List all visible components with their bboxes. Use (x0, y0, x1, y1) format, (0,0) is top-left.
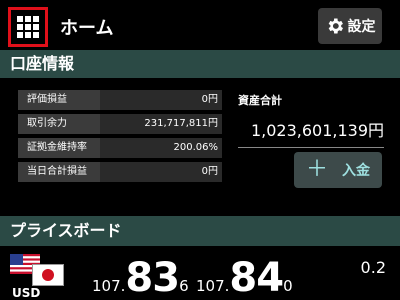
ask-big: 84 (229, 255, 284, 300)
page-title: ホーム (60, 18, 114, 39)
total-assets-value: 1,023,601,139円 (238, 118, 384, 148)
row-value: 0円 (100, 90, 222, 110)
total-assets-label: 資産合計 (238, 94, 282, 107)
deposit-label: 入金 (342, 163, 370, 179)
ask-prefix: 107. (196, 277, 230, 295)
bid-price[interactable]: 107. 83 6 (92, 258, 189, 298)
bid-prefix: 107. (92, 277, 126, 295)
account-info-table: 評価損益 0円 取引余力 231,717,811円 証拠金維持率 200.06%… (18, 90, 222, 186)
ask-last: 0 (283, 277, 293, 295)
grid-icon (17, 16, 39, 38)
account-row: 当日合計損益 0円 (18, 162, 222, 182)
spread-value: 0.2 (360, 258, 386, 277)
bid-last: 6 (179, 277, 189, 295)
row-value: 200.06% (100, 138, 222, 158)
row-label: 証拠金維持率 (18, 138, 100, 158)
currency-code: USD (12, 286, 41, 300)
account-info-header: 口座情報 (0, 50, 400, 78)
ask-price[interactable]: 107. 84 0 (196, 258, 293, 298)
top-bar: ホーム 設定 (0, 0, 400, 52)
price-board-header: プライスボード (0, 216, 400, 246)
account-row: 証拠金維持率 200.06% (18, 138, 222, 158)
account-row: 取引余力 231,717,811円 (18, 114, 222, 134)
account-row: 評価損益 0円 (18, 90, 222, 110)
row-value: 0円 (100, 162, 222, 182)
plus-icon: ＋ (305, 157, 328, 182)
row-value: 231,717,811円 (100, 114, 222, 134)
settings-label: 設定 (347, 19, 376, 35)
row-label: 当日合計損益 (18, 162, 100, 182)
row-label: 評価損益 (18, 90, 100, 110)
gear-icon (328, 18, 343, 34)
row-label: 取引余力 (18, 114, 100, 134)
deposit-button[interactable]: ＋ 入金 (294, 152, 382, 188)
settings-button[interactable]: 設定 (318, 8, 382, 44)
jp-flag-icon (32, 264, 64, 286)
section-divider (0, 200, 400, 216)
menu-button[interactable] (8, 7, 48, 47)
bid-big: 83 (125, 255, 180, 300)
